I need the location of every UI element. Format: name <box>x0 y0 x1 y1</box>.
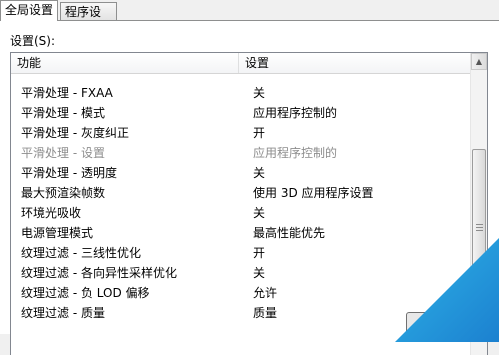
feature-value: 最高性能优先 <box>253 226 326 240</box>
list-item[interactable]: 纹理过滤 - 各向异性采样优化 关 <box>11 263 470 283</box>
feature-name: 纹理过滤 - 三线性优化 <box>21 246 141 260</box>
column-header-setting[interactable]: 设置 <box>245 53 269 73</box>
tab-global-settings[interactable]: 全局设置 <box>0 0 58 21</box>
feature-value: 质量 <box>253 306 278 320</box>
scroll-up-arrow-icon[interactable]: ▲ <box>471 53 487 70</box>
feature-name: 最大预渲染帧数 <box>21 186 106 200</box>
list-item[interactable]: 平滑处理 - 模式 应用程序控制的 <box>11 103 470 123</box>
feature-name: 环境光吸收 <box>21 206 82 220</box>
list-header: 功能 设置 <box>11 53 470 74</box>
list-item[interactable]: 平滑处理 - 透明度 关 <box>11 163 470 183</box>
list-item[interactable]: 纹理过滤 - 质量 质量 <box>11 303 470 323</box>
list-item[interactable]: 电源管理模式 最高性能优先 <box>11 223 470 243</box>
list-item[interactable]: 平滑处理 - 灰度纠正 开 <box>11 123 470 143</box>
feature-name: 纹理过滤 - 负 LOD 偏移 <box>21 286 150 300</box>
feature-name: 纹理过滤 - 各向异性采样优化 <box>21 266 177 280</box>
tab-program-settings[interactable]: 程序设置 <box>60 2 117 37</box>
list-item-disabled: 平滑处理 - 设置 应用程序控制的 <box>11 143 470 163</box>
list-item[interactable]: 最大预渲染帧数 使用 3D 应用程序设置 <box>11 183 470 203</box>
feature-name: 平滑处理 - 透明度 <box>21 166 117 180</box>
feature-value: 使用 3D 应用程序设置 <box>253 186 374 200</box>
list-item[interactable]: 平滑处理 - FXAA 关 <box>11 73 470 103</box>
column-divider[interactable] <box>238 53 239 73</box>
feature-name: 电源管理模式 <box>21 226 94 240</box>
feature-name: 纹理过滤 - 质量 <box>21 306 105 320</box>
feature-name: 平滑处理 - 灰度纠正 <box>21 126 129 140</box>
feature-value: 允许 <box>253 286 278 300</box>
settings-label: 设置(S): <box>10 34 56 48</box>
feature-name: 平滑处理 - 模式 <box>21 106 105 120</box>
feature-value: 应用程序控制的 <box>253 146 338 160</box>
tab-strip: 全局设置 程序设置 <box>0 0 499 37</box>
settings-list[interactable]: 功能 设置 平滑处理 - FXAA 关 平滑处理 - 模式 应用程序控制的 平滑处理… <box>10 52 488 355</box>
list-item[interactable]: 纹理过滤 - 负 LOD 偏移 允许 <box>11 283 470 303</box>
feature-name: 平滑处理 - 设置 <box>21 146 105 160</box>
list-item[interactable]: 纹理过滤 - 三线性优化 开 <box>11 243 470 263</box>
feature-value: 开 <box>253 126 266 140</box>
list-rows: 平滑处理 - FXAA 关 平滑处理 - 模式 应用程序控制的 平滑处理 - 灰度纠… <box>11 73 470 323</box>
column-header-feature[interactable]: 功能 <box>17 53 41 73</box>
feature-value: 开 <box>253 246 266 260</box>
feature-value: 关 <box>253 266 266 280</box>
feature-value: 关 <box>253 166 266 180</box>
feature-value: 关 <box>253 206 266 220</box>
feature-value: 应用程序控制的 <box>253 106 338 120</box>
list-item[interactable]: 环境光吸收 关 <box>11 203 470 223</box>
